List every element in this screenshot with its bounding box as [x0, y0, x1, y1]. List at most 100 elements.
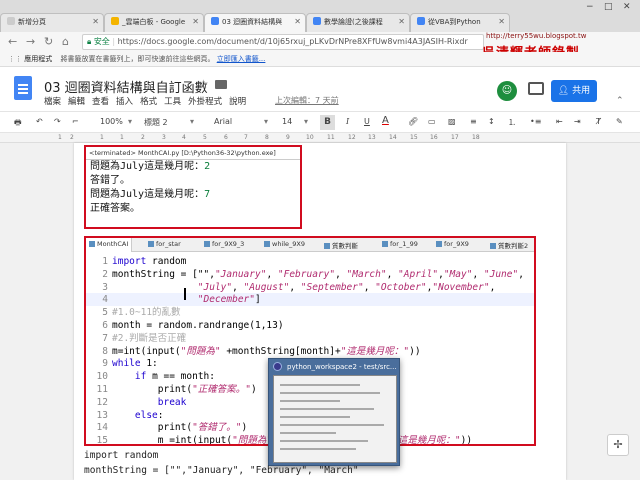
redo-icon[interactable]: ↷: [54, 117, 61, 126]
numbered-list-icon[interactable]: ⒈: [508, 117, 516, 128]
menu-tools[interactable]: 工具: [164, 97, 181, 107]
code-line: 5 #1.0~11的亂數: [86, 306, 534, 319]
back-icon[interactable]: ←: [8, 35, 17, 48]
avatar[interactable]: ☺: [497, 81, 517, 101]
menu-view[interactable]: 查看: [92, 97, 109, 107]
code-token: "January": [214, 268, 267, 280]
python-file-icon: [382, 241, 388, 247]
forward-icon[interactable]: →: [26, 35, 35, 48]
close-window-button[interactable]: ✕: [623, 2, 631, 12]
minimize-button[interactable]: −: [586, 2, 594, 12]
print-icon[interactable]: 🖶︎: [14, 117, 22, 131]
browser-tab-4[interactable]: 數學論證(之後課程 ✕: [306, 13, 410, 32]
docs-icon: [313, 17, 321, 25]
apps-icon[interactable]: ⋮⋮: [8, 55, 22, 63]
bold-button[interactable]: B: [320, 115, 335, 130]
browser-tab-label: 數學論證(之後課程: [324, 18, 383, 26]
zoom-select[interactable]: 100%: [100, 117, 123, 126]
home-icon[interactable]: ⌂: [62, 35, 69, 48]
console-line: 答錯了。: [90, 175, 130, 186]
docs-icon: [417, 17, 425, 25]
comment-icon[interactable]: [528, 82, 544, 95]
menu-file[interactable]: 檔案: [44, 97, 61, 107]
close-icon[interactable]: ✕: [192, 17, 199, 26]
share-button[interactable]: 👤︎ 共用: [551, 80, 597, 102]
line-number: 8: [102, 345, 108, 357]
ruler-label: 3: [162, 134, 166, 141]
ruler-label: 9: [286, 134, 290, 141]
paint-format-icon[interactable]: ⌐: [72, 117, 79, 126]
menu-format[interactable]: 格式: [140, 97, 157, 107]
line-number: 5: [102, 307, 108, 319]
docs-icon: [211, 17, 219, 25]
document-code-line[interactable]: monthString = ["","January", "February",…: [84, 465, 359, 476]
browser-tab-5[interactable]: 從VBA到Python ✕: [410, 13, 510, 32]
document-title[interactable]: 03 迴圈資料結構與自訂函數: [44, 77, 208, 96]
menu-edit[interactable]: 編輯: [68, 97, 85, 107]
star-icon[interactable]: ☆: [198, 77, 209, 91]
browser-tab-3[interactable]: 03 迴圈資料結構與 ✕: [204, 13, 306, 32]
code-token: "August": [243, 281, 290, 293]
comment-add-icon[interactable]: ▭: [428, 117, 436, 126]
edit-mode-icon[interactable]: ✎: [616, 117, 623, 126]
ruler-label: 7: [244, 134, 248, 141]
ruler-label: 1: [120, 134, 124, 141]
code-line: 8 m=int(input("問題為" +monthString[month]+"…: [86, 345, 534, 358]
link-icon[interactable]: 🔗︎: [408, 117, 418, 126]
indent-decrease-icon[interactable]: ⇤: [556, 117, 563, 126]
close-icon[interactable]: ✕: [498, 17, 505, 26]
close-icon[interactable]: ✕: [294, 17, 301, 26]
font-select[interactable]: Arial: [214, 117, 232, 126]
editor-tab: for_star: [148, 240, 181, 248]
code-text: "July", "August", "September", "October"…: [112, 281, 496, 294]
folder-icon[interactable]: [215, 80, 227, 89]
undo-icon[interactable]: ↶: [36, 117, 43, 126]
code-line: 4 "December"]: [86, 293, 534, 307]
thumbnail-line: [280, 432, 336, 434]
menu-addons[interactable]: 外掛程式: [188, 97, 222, 107]
thumbnail-line: [280, 384, 360, 386]
import-bookmarks-link[interactable]: 立即匯入書籤...: [217, 55, 266, 63]
url-input[interactable]: 🔒︎ 安全 | https://docs.google.com/document…: [82, 34, 484, 50]
indent-increase-icon[interactable]: ⇥: [574, 117, 581, 126]
close-icon[interactable]: ✕: [92, 17, 99, 26]
explore-button[interactable]: ✢: [607, 434, 629, 456]
code-token: "March": [346, 268, 387, 280]
line-spacing-icon[interactable]: ↕: [488, 117, 495, 126]
close-icon[interactable]: ✕: [398, 17, 405, 26]
document-code-line[interactable]: import random: [84, 450, 158, 461]
ruler-label: 14: [389, 134, 397, 141]
python-file-icon: [490, 243, 496, 249]
underline-button[interactable]: U: [364, 117, 370, 126]
window-preview-popup[interactable]: python_workspace2 - test/src...: [268, 358, 400, 466]
italic-button[interactable]: I: [346, 117, 349, 126]
text-color-button[interactable]: A: [382, 115, 389, 126]
collapse-icon[interactable]: ⌃: [616, 96, 624, 106]
browser-tab-label: 新增分頁: [18, 18, 46, 26]
browser-tab-label: _雲端白板 - Google: [122, 18, 186, 26]
browser-tab-1[interactable]: 新增分頁 ✕: [0, 13, 104, 32]
ruler-label: 11: [327, 134, 335, 141]
code-token: "這是幾月呢：": [392, 435, 461, 446]
code-token: import: [112, 256, 147, 267]
code-token: ,: [472, 268, 484, 280]
reload-icon[interactable]: ↻: [44, 35, 53, 48]
style-select[interactable]: 標題 2: [144, 117, 168, 128]
url-text: https://docs.google.com/document/d/10j65…: [117, 37, 468, 46]
align-left-icon[interactable]: ≡: [470, 117, 477, 126]
menu-insert[interactable]: 插入: [116, 97, 133, 107]
bulleted-list-icon[interactable]: •≡: [530, 117, 541, 126]
menu-help[interactable]: 說明: [229, 97, 246, 107]
docs-logo-icon[interactable]: [14, 76, 32, 100]
clear-format-icon[interactable]: Ⱦ: [596, 117, 601, 126]
font-size-select[interactable]: 14: [282, 117, 292, 126]
image-icon[interactable]: ▨: [448, 117, 456, 126]
apps-link[interactable]: 應用程式: [24, 55, 52, 63]
last-edit-link[interactable]: 上次編輯：7 天前: [275, 95, 339, 106]
maximize-button[interactable]: □: [604, 2, 613, 12]
code-token: ,: [289, 281, 301, 293]
browser-tab-2[interactable]: _雲端白板 - Google ✕: [104, 13, 204, 32]
code-text: else:: [112, 409, 164, 422]
code-text: break: [112, 396, 187, 409]
